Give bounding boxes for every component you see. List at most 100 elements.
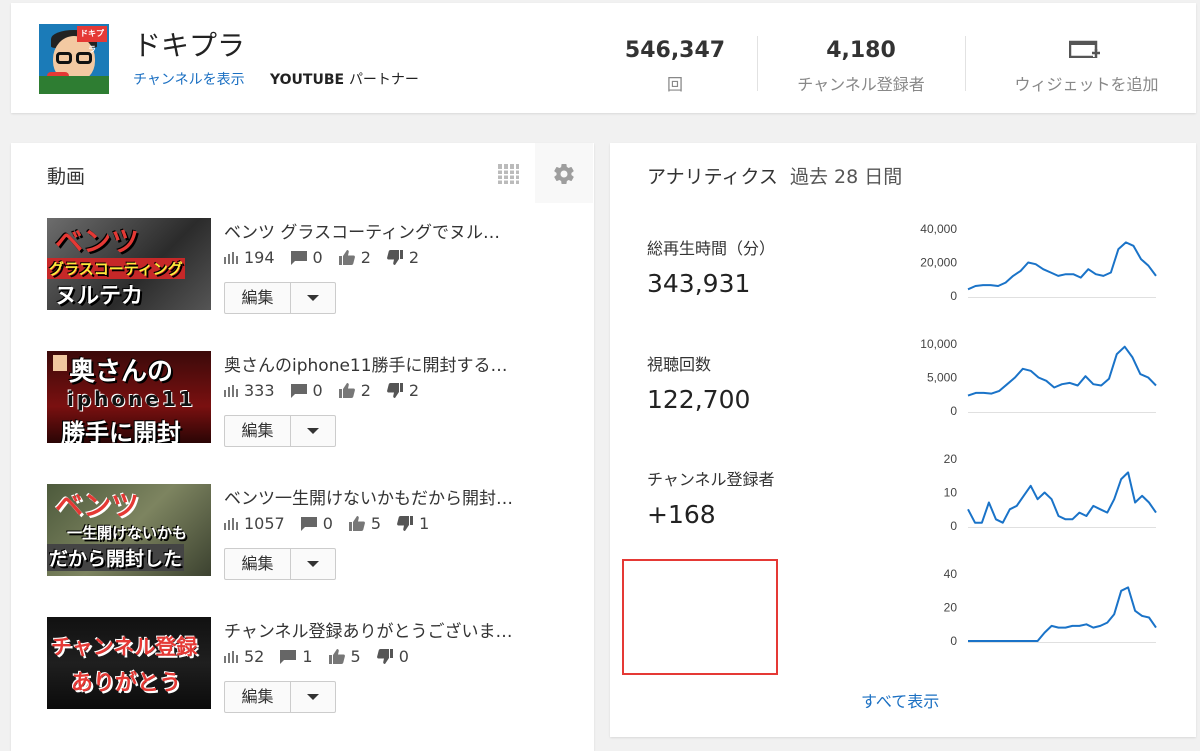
- edit-dropdown-arrow[interactable]: [291, 416, 335, 446]
- channel-name: ドキプラ: [133, 29, 246, 62]
- dislikes-count: 2: [408, 248, 420, 267]
- comments-stat: 0: [300, 514, 333, 533]
- dislikes-stat: 2: [386, 248, 420, 267]
- thumbnail-text: チャンネル登録: [51, 635, 198, 659]
- thumbs-down-icon: [386, 250, 403, 265]
- thumbnail-text: ベンツ: [55, 225, 140, 258]
- views-stat: 1057: [224, 514, 285, 533]
- gear-icon: [554, 164, 574, 185]
- likes-count: 5: [370, 514, 382, 533]
- edit-button[interactable]: 編集: [224, 415, 336, 447]
- y-tick-label: 0: [950, 634, 957, 648]
- bar-chart-icon: [224, 650, 238, 663]
- video-title[interactable]: ベンツ グラスコーティングでヌル…: [224, 218, 544, 243]
- thumbnail-text: だから開封した: [47, 544, 185, 571]
- settings-button[interactable]: [535, 143, 593, 203]
- edit-button[interactable]: 編集: [224, 548, 336, 580]
- sparkline-chart[interactable]: 40,000 20,000 0: [910, 219, 1170, 309]
- channel-avatar[interactable]: ドキプラ: [39, 24, 109, 94]
- edit-button-label[interactable]: 編集: [225, 283, 291, 313]
- thumbnail-text: 一生開けないかも: [67, 524, 188, 542]
- analytics-panel: アナリティクス 過去 28 日間 総再生時間（分） 343,931 視聴回数 1…: [610, 143, 1196, 737]
- likes-stat: 5: [348, 514, 382, 533]
- thumbs-down-icon: [397, 516, 414, 531]
- edit-dropdown-arrow[interactable]: [291, 682, 335, 712]
- analytics-period: 過去 28 日間: [790, 166, 903, 188]
- view-channel-link[interactable]: チャンネルを表示: [133, 69, 245, 89]
- edit-button-label[interactable]: 編集: [225, 549, 291, 579]
- subscribers-label: チャンネル登録者: [797, 75, 925, 94]
- series-line: [968, 586, 1157, 642]
- video-row: 奥さんの iphone11 勝手に開封 奥さんのiphone11勝手に開封する……: [47, 351, 587, 451]
- likes-stat: 2: [338, 248, 371, 267]
- edit-button[interactable]: 編集: [224, 681, 336, 713]
- metric-label: 視聴回数: [647, 355, 712, 374]
- metric-value: 343,931: [647, 269, 751, 298]
- likes-count: 5: [350, 647, 361, 666]
- views-stat: 546,347 回: [623, 38, 727, 95]
- avatar-tag: ドキプラ: [77, 26, 107, 54]
- subscribers-count: 4,180: [826, 38, 896, 63]
- video-thumbnail[interactable]: チャンネル登録 ありがとう: [47, 617, 211, 709]
- views-stat: 194: [224, 248, 275, 267]
- metric-label: 総再生時間（分）: [647, 239, 776, 258]
- edit-button-label[interactable]: 編集: [225, 682, 291, 712]
- thumbs-up-icon: [338, 250, 355, 265]
- views-stat: 333: [224, 381, 275, 400]
- y-tick-label: 40,000: [920, 222, 957, 236]
- y-tick-label: 20,000: [920, 256, 957, 270]
- views-stat: 52: [224, 647, 264, 666]
- video-title[interactable]: ベンツ一生開けないかもだから開封…: [224, 484, 544, 509]
- video-thumbnail[interactable]: ベンツ グラスコーティング ヌルテカ: [47, 218, 211, 310]
- y-tick-label: 5,000: [927, 371, 957, 385]
- thumbnail-text: 奥さんの: [69, 357, 174, 387]
- bar-chart-icon: [224, 251, 238, 264]
- comments-stat: 1: [280, 647, 313, 666]
- stat-divider: [757, 36, 758, 91]
- thumbs-down-icon: [376, 649, 393, 664]
- views-count: 546,347: [624, 38, 726, 63]
- add-widget-button[interactable]: ウィジェットを追加: [999, 71, 1174, 95]
- views-count: 194: [244, 248, 275, 267]
- edit-dropdown-arrow[interactable]: [291, 549, 335, 579]
- thumbnail-text: ベンツ: [55, 489, 140, 522]
- series-line: [967, 345, 1157, 397]
- add-widget-icon[interactable]: [1069, 38, 1101, 58]
- video-stats: 333 0 2 2: [224, 381, 435, 400]
- sparkline-chart[interactable]: 40 20 0: [910, 564, 1170, 654]
- stat-divider: [965, 36, 966, 91]
- video-thumbnail[interactable]: ベンツ 一生開けないかも だから開封した: [47, 484, 211, 576]
- drag-handle-icon[interactable]: [497, 163, 519, 185]
- edit-dropdown-arrow[interactable]: [291, 283, 335, 313]
- video-thumbnail[interactable]: 奥さんの iphone11 勝手に開封: [47, 351, 211, 443]
- y-tick-label: 0: [950, 289, 957, 303]
- dislikes-count: 0: [398, 647, 409, 666]
- video-row: チャンネル登録 ありがとう チャンネル登録ありがとうございま… 52 1 5 0…: [47, 617, 587, 717]
- sparkline-chart[interactable]: 10,000 5,000 0: [910, 334, 1170, 424]
- video-stats: 194 0 2 2: [224, 248, 435, 267]
- views-label: 回: [666, 75, 683, 94]
- y-tick-label: 10,000: [920, 337, 957, 351]
- metric-label: チャンネル登録者: [647, 470, 775, 489]
- metric-value: +168: [647, 500, 716, 529]
- video-stats: 52 1 5 0: [224, 647, 425, 666]
- partner-badge: YOUTUBE パートナー: [270, 69, 419, 89]
- thumbnail-text: iphone11: [67, 387, 196, 411]
- video-title[interactable]: チャンネル登録ありがとうございま…: [224, 617, 544, 642]
- y-tick-label: 0: [950, 404, 957, 418]
- video-row: ベンツ 一生開けないかも だから開封した ベンツ一生開けないかもだから開封… 1…: [47, 484, 587, 584]
- add-widget-label: ウィジェットを追加: [1014, 75, 1159, 94]
- bar-chart-icon: [224, 384, 238, 397]
- analytics-title: アナリティクス 過去 28 日間: [647, 162, 902, 189]
- edit-button[interactable]: 編集: [224, 282, 336, 314]
- see-all-link[interactable]: すべて表示: [861, 688, 939, 712]
- likes-stat: 5: [328, 647, 361, 666]
- y-tick-label: 10: [944, 486, 958, 500]
- dislikes-stat: 2: [386, 381, 419, 400]
- edit-button-label[interactable]: 編集: [225, 416, 291, 446]
- video-title[interactable]: 奥さんのiphone11勝手に開封する…: [224, 351, 544, 376]
- thumbnail-text: 勝手に開封: [61, 419, 181, 443]
- comment-icon: [290, 250, 307, 265]
- comments-count: 0: [312, 248, 323, 267]
- sparkline-chart[interactable]: 20 10 0: [910, 449, 1170, 539]
